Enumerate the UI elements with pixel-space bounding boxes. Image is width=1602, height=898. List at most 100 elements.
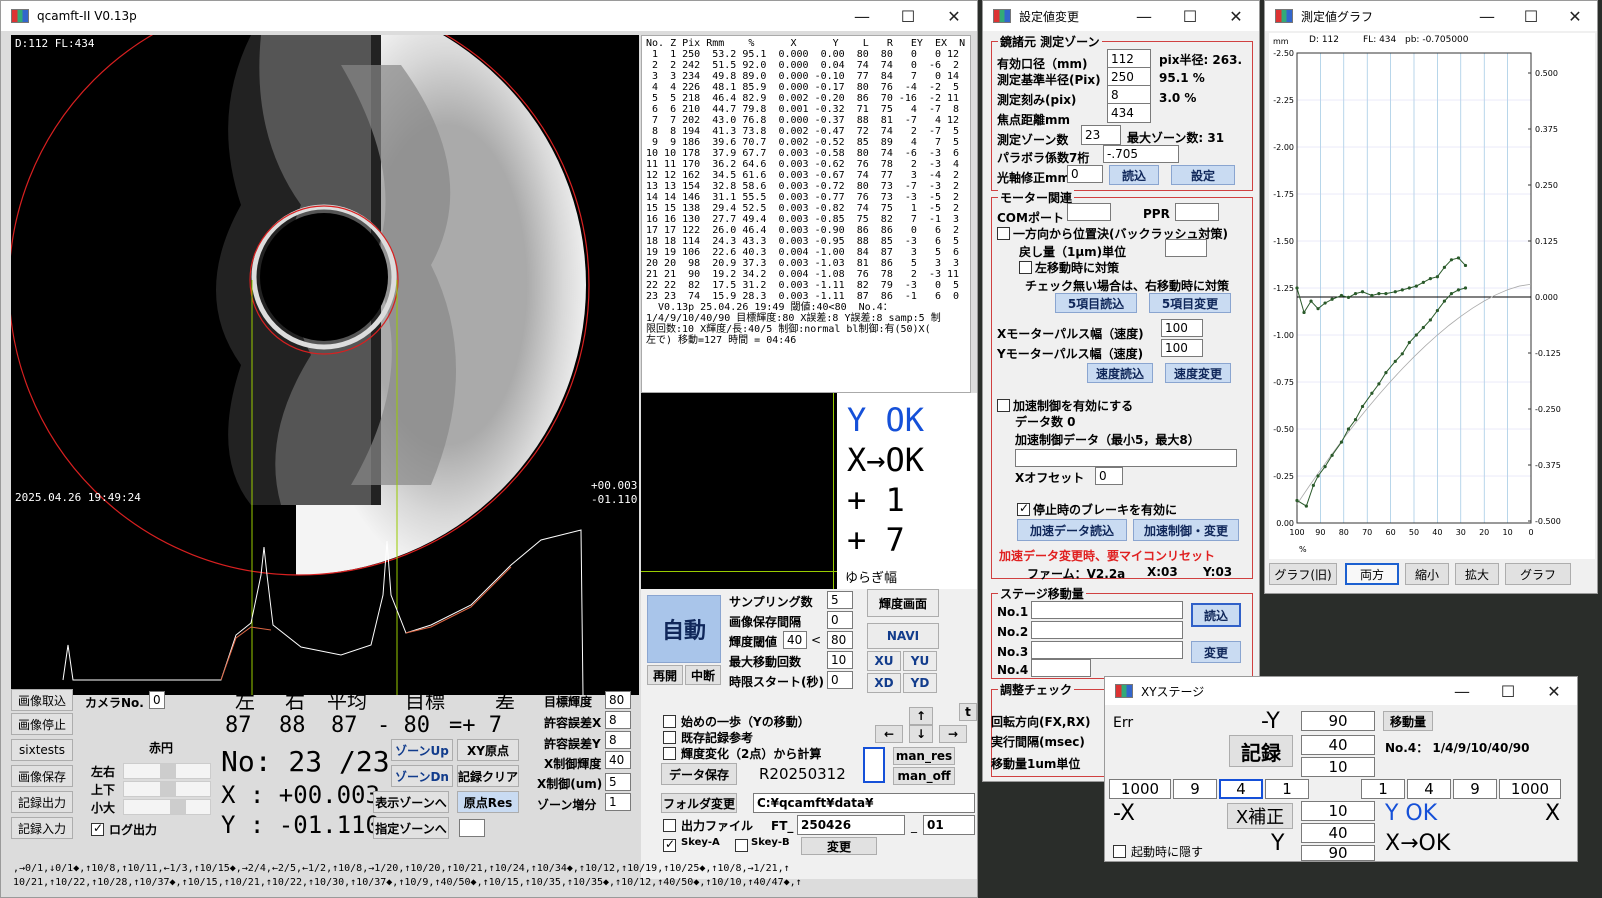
settings-maximize-icon[interactable]: ☐	[1167, 1, 1213, 31]
img-interval-input[interactable]: 0	[827, 611, 853, 629]
graph-close-icon[interactable]: ✕	[1553, 1, 1597, 31]
accel-read-button[interactable]: 加速データ読込	[1017, 519, 1127, 541]
mirror-set-button[interactable]: 設定	[1171, 165, 1235, 185]
tab-enlarge[interactable]: 拡大	[1455, 563, 1499, 585]
bri-change-checkbox[interactable]	[663, 747, 676, 760]
capture-button[interactable]: 画像取込	[11, 689, 73, 711]
selected-zone-button[interactable]: 指定ゾーンへ	[373, 817, 449, 839]
speed-read-button[interactable]: 速度読込	[1087, 363, 1153, 383]
five-change-button[interactable]: 5項目変更	[1149, 293, 1231, 313]
return-input[interactable]	[1165, 239, 1207, 257]
main-titlebar[interactable]: qcamft-II V0.13p — ☐ ✕	[1, 1, 977, 31]
accel-data-input[interactable]	[1015, 449, 1237, 467]
first-step-checkbox[interactable]	[663, 715, 676, 728]
stage-no1-input[interactable]	[1031, 601, 1183, 619]
com-input[interactable]	[1067, 203, 1111, 221]
xy-move-90-bottom[interactable]: 90	[1301, 845, 1375, 861]
skey-a-checkbox[interactable]	[663, 837, 676, 852]
measurement-table[interactable]: No. Z Pix Rmm % X Y L R EY EX N 1 1 250 …	[641, 35, 971, 393]
graph-titlebar[interactable]: 測定値グラフ — ☐ ✕	[1265, 1, 1597, 31]
speed-change-button[interactable]: 速度変更	[1165, 363, 1231, 383]
t-button[interactable]: t	[959, 703, 977, 721]
xy-maximize-icon[interactable]: ☐	[1485, 677, 1531, 705]
settings-titlebar[interactable]: 設定値変更 — ☐ ✕	[983, 1, 1259, 31]
xy-move-10-bottom[interactable]: 10	[1301, 801, 1375, 821]
bri-thresh-low-input[interactable]: 40	[783, 631, 807, 649]
settings-close-icon[interactable]: ✕	[1213, 1, 1259, 31]
xy-move-90-top[interactable]: 90	[1301, 711, 1375, 731]
stage-no2-input[interactable]	[1031, 621, 1183, 639]
left-move-checkbox[interactable]	[1019, 261, 1032, 274]
ppr-input[interactable]	[1175, 203, 1219, 221]
xu-button[interactable]: XU	[867, 651, 901, 671]
timer-input[interactable]: 0	[827, 671, 853, 689]
image-save-button[interactable]: 画像保存	[11, 765, 73, 787]
stage-no4-input[interactable]	[1031, 659, 1091, 677]
xy-minimize-icon[interactable]: —	[1439, 677, 1485, 705]
tab-both[interactable]: 両方	[1345, 563, 1399, 585]
xy-right-9[interactable]: 9	[1453, 779, 1497, 799]
focal-input[interactable]: 434	[1107, 103, 1151, 123]
brake-checkbox[interactable]	[1017, 501, 1030, 516]
origin-res-button[interactable]: 原点Res	[457, 791, 519, 813]
camera-input[interactable]: 0	[149, 691, 165, 709]
interrupt-button[interactable]: 中断	[685, 665, 721, 685]
tab-shrink[interactable]: 縮小	[1405, 563, 1449, 585]
xy-left-1000[interactable]: 1000	[1109, 779, 1171, 799]
ud-slider[interactable]	[123, 781, 211, 797]
xy-left-9[interactable]: 9	[1173, 779, 1217, 799]
hide-on-start-checkbox[interactable]	[1113, 845, 1126, 858]
change-button[interactable]: 変更	[801, 837, 877, 855]
record-input-button[interactable]: 記録入力	[11, 817, 73, 839]
accel-checkbox[interactable]	[997, 399, 1010, 412]
max-move-input[interactable]: 10	[827, 651, 853, 669]
arrow-right-button[interactable]: →	[939, 725, 967, 743]
lr-slider[interactable]	[123, 763, 211, 779]
show-zone-button[interactable]: 表示ゾーンへ	[373, 791, 449, 813]
record-output-button[interactable]: 記録出力	[11, 791, 73, 813]
zone-down-button[interactable]: ゾーンDn	[391, 765, 453, 787]
settings-minimize-icon[interactable]: —	[1121, 1, 1167, 31]
x-ctrl-input[interactable]: 40	[605, 751, 631, 769]
camera-view[interactable]: D:112 FL:434 2025.04.26 19:49:24 +00.003…	[11, 35, 639, 695]
five-read-button[interactable]: 5項目読込	[1055, 293, 1137, 313]
xy-left-4[interactable]: 4	[1219, 779, 1263, 799]
sampling-input[interactable]: 5	[827, 591, 853, 609]
xy-move-40-top[interactable]: 40	[1301, 735, 1375, 755]
minimize-icon[interactable]: —	[839, 1, 885, 31]
zone-inc-input[interactable]: 1	[605, 793, 631, 811]
log-output-checkbox[interactable]	[91, 821, 104, 836]
graph-canvas[interactable]: 100 90 80 70 60 50 40 30 20 10 0 -2.50 -2.25 -2.00 -1.…	[1269, 33, 1595, 559]
xy-right-1000[interactable]: 1000	[1499, 779, 1561, 799]
bri-thresh-high-input[interactable]: 80	[827, 631, 853, 649]
step-input[interactable]: 8	[1107, 85, 1151, 105]
maximize-icon[interactable]: ☐	[885, 1, 931, 31]
tol-x-input[interactable]: 8	[605, 711, 631, 729]
man-off-button[interactable]: man_off	[893, 767, 955, 785]
arrow-down-button[interactable]: ↓	[909, 725, 933, 743]
output-file-checkbox[interactable]	[663, 819, 676, 832]
navi-button[interactable]: NAVI	[867, 623, 939, 649]
existing-record-checkbox[interactable]	[663, 731, 676, 744]
tab-graph[interactable]: グラフ	[1505, 563, 1571, 585]
selected-zone-input[interactable]	[459, 819, 485, 837]
size-slider[interactable]	[123, 799, 211, 815]
mirror-read-button[interactable]: 読込	[1109, 165, 1159, 185]
x-ctrl-um-input[interactable]: 5	[605, 773, 631, 791]
skey-b-checkbox[interactable]	[735, 839, 748, 852]
zones-input[interactable]: 23	[1081, 125, 1121, 145]
xy-move-40-bottom[interactable]: 40	[1301, 823, 1375, 843]
y-pulse-input[interactable]: 100	[1161, 339, 1203, 357]
record-clear-button[interactable]: 記録クリア	[457, 765, 519, 787]
xd-button[interactable]: XD	[867, 673, 901, 693]
x-offset-input[interactable]: 0	[1095, 467, 1123, 485]
graph-minimize-icon[interactable]: —	[1465, 1, 1509, 31]
sixtests-button[interactable]: sixtests	[11, 739, 73, 761]
ft-index-input[interactable]: 01	[923, 815, 975, 835]
man-res-button[interactable]: man_res	[893, 747, 955, 765]
resume-button[interactable]: 再開	[647, 665, 683, 685]
move-amount-button[interactable]: 移動量	[1383, 711, 1433, 731]
record-button[interactable]: 記録	[1229, 735, 1293, 767]
graph-maximize-icon[interactable]: ☐	[1509, 1, 1553, 31]
xy-close-icon[interactable]: ✕	[1531, 677, 1577, 705]
